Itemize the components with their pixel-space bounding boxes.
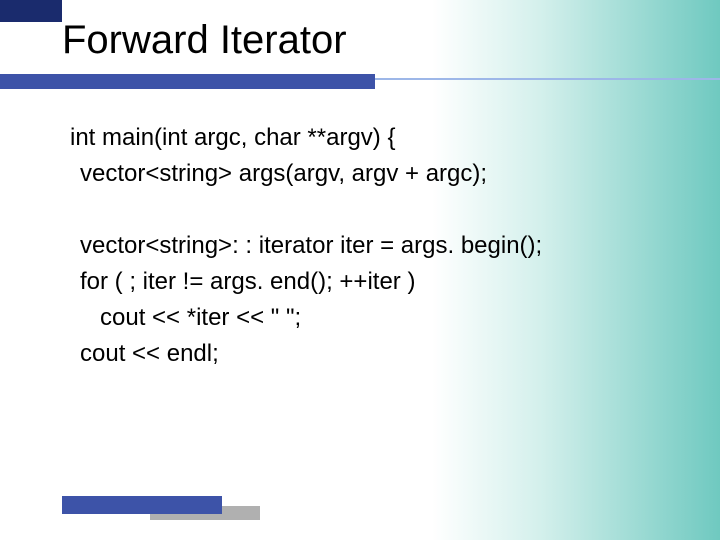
- code-line: vector<string>: : iterator iter = args. …: [70, 228, 680, 264]
- code-line: cout << endl;: [70, 336, 680, 372]
- code-line: for ( ; iter != args. end(); ++iter ): [70, 264, 680, 300]
- slide-title: Forward Iterator: [62, 18, 347, 63]
- code-line: cout << *iter << " ";: [70, 300, 680, 336]
- underline-navy-block: [0, 74, 375, 89]
- top-left-accent-box: [0, 0, 62, 22]
- title-underline: [0, 74, 720, 92]
- code-block: int main(int argc, char **argv) { vector…: [70, 120, 680, 372]
- bottom-navy-accent: [62, 496, 222, 514]
- blank-line: [70, 192, 680, 228]
- code-line: int main(int argc, char **argv) {: [70, 120, 680, 156]
- code-line: vector<string> args(argv, argv + argc);: [70, 156, 680, 192]
